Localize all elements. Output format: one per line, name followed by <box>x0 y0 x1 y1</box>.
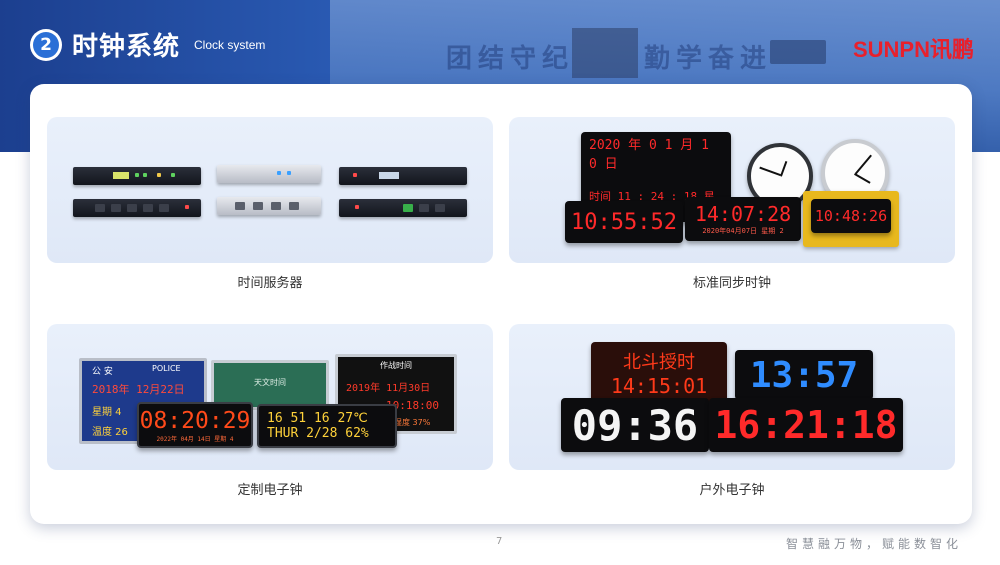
red-time: 16:21:18 <box>709 398 903 452</box>
section-number: 2 <box>33 31 59 58</box>
footer-slogan: 智慧融万物，赋能数智化 <box>785 537 962 551</box>
police-header: 公 安 <box>92 367 113 377</box>
sync-clock-c: 10:48:26 <box>811 199 891 233</box>
white-time: 09:36 <box>561 398 709 452</box>
beidou-clock: 北斗授时 14:15:01 <box>591 342 727 404</box>
flag-image <box>572 28 638 78</box>
beidou-title: 北斗授时 <box>623 352 695 373</box>
wall-slogan-left: 团结守纪 <box>446 44 575 74</box>
content-card: 时间服务器 2020 年 0 1 月 1 0 日 时间 11 : 24 : 18… <box>30 84 972 524</box>
green-clock-title: 天文时间 <box>254 378 286 387</box>
panel-custom-clock: 公 安 POLICE 2018年 12月22日 星期 4 温度 26 天文时间 … <box>47 324 493 470</box>
caption-outdoor-clock: 户外电子钟 <box>699 483 765 498</box>
battle-date: 2019年 11月30日 <box>346 383 431 394</box>
multicolor-line2: THUR 2/28 62% <box>267 426 369 441</box>
beidou-time: 14:15:01 <box>610 374 708 398</box>
caption-sync-clock: 标准同步时钟 <box>692 276 771 291</box>
main-red-clock: 08:20:29 2022年 04月 14日 星期 4 <box>137 402 253 448</box>
sync-clock-a: 10:55:52 <box>565 201 683 243</box>
sync-date-line: 2020 年 0 1 月 1 0 日 <box>589 138 709 172</box>
police-temp: 温度 26 <box>92 427 128 438</box>
caption-custom-clock: 定制电子钟 <box>237 483 303 498</box>
page-number: 7 <box>496 536 503 547</box>
page-title: 时钟系统 <box>72 32 181 62</box>
section-number-badge: 2 <box>30 28 62 61</box>
multicolor-line1: 16 51 16 27℃ <box>267 411 368 426</box>
main-time: 08:20:29 <box>139 407 251 434</box>
police-date: 2018年 12月22日 <box>92 383 185 396</box>
panel-sync-clock: 2020 年 0 1 月 1 0 日 时间 11 : 24 : 18 星期 5 … <box>509 117 955 263</box>
battle-title: 作战时间 <box>380 361 412 370</box>
panel-outdoor-clock: 北斗授时 14:15:01 13:57 09:36 16:21:18 <box>509 324 955 470</box>
wall-clock-image <box>770 40 826 64</box>
page-subtitle: Clock system <box>194 37 266 52</box>
police-badge: POLICE <box>152 364 181 373</box>
caption-time-server: 时间服务器 <box>237 276 303 291</box>
main-sub-line: 2022年 04月 14日 星期 4 <box>156 435 234 443</box>
police-week: 星期 4 <box>92 407 122 418</box>
panel-time-server <box>47 117 493 263</box>
brand-logo: SUNPN讯鹏 <box>852 37 974 62</box>
wall-slogan-right: 勤学奋进 <box>644 44 773 74</box>
sync-clock-b-sub: 2020年04月07日 星期 2 <box>702 227 784 235</box>
battle-humidity: 湿度 37% <box>394 418 431 427</box>
multicolor-clock: 16 51 16 27℃ THUR 2/28 62% <box>257 404 397 448</box>
section-title: 2 时钟系统 Clock system <box>30 26 265 63</box>
blue-time: 13:57 <box>735 350 873 400</box>
sync-clock-b: 14:07:28 <box>694 202 792 226</box>
